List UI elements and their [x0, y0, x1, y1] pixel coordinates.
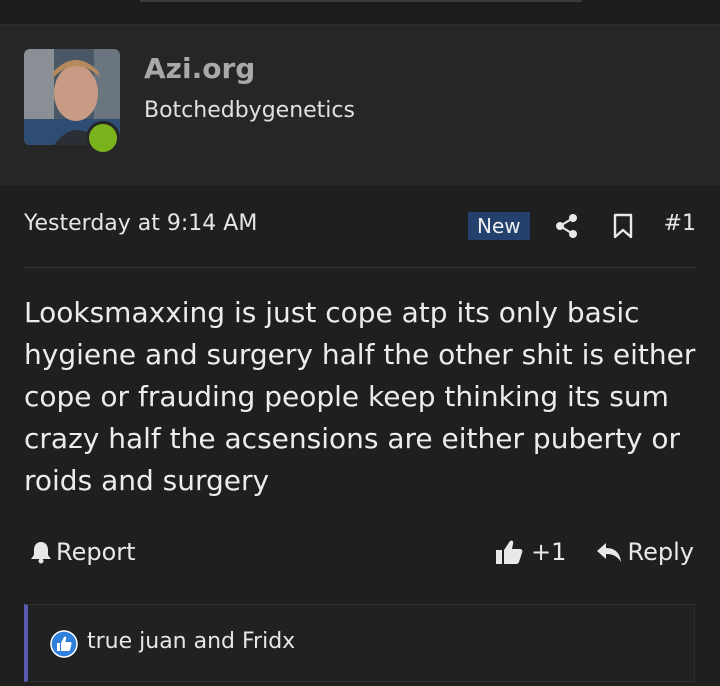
user-block: Azi.org Botchedbygenetics [0, 25, 720, 211]
reactions-bar[interactable]: true juan and Fridx [24, 604, 695, 682]
post-number[interactable]: #1 [664, 211, 696, 236]
divider [24, 267, 696, 268]
thumbs-up-icon [496, 540, 523, 564]
reply-button[interactable]: Reply [596, 538, 694, 566]
online-status-dot [86, 121, 120, 155]
bell-icon [31, 542, 51, 564]
top-scroll-bar [140, 0, 582, 2]
reactions-text[interactable]: true juan and Fridx [87, 629, 295, 654]
like-count: +1 [531, 538, 567, 566]
top-strip [0, 0, 720, 25]
like-button[interactable]: +1 [495, 538, 566, 566]
report-button[interactable]: Report [30, 538, 136, 566]
like-icon [50, 630, 78, 662]
post-body: Looksmaxxing is just cope atp its only b… [24, 296, 696, 497]
new-badge: New [468, 212, 530, 240]
share-icon[interactable] [554, 213, 580, 243]
post-timestamp[interactable]: Yesterday at 9:14 AM [24, 211, 257, 236]
user-title: Botchedbygenetics [144, 98, 355, 123]
bookmark-icon[interactable] [611, 213, 635, 243]
report-label: Report [56, 538, 136, 566]
post-meta: Yesterday at 9:14 AM New #1 [24, 206, 696, 246]
post-actions: Report +1 Reply [24, 534, 696, 574]
username[interactable]: Azi.org [144, 52, 255, 85]
reply-arrow-icon [596, 543, 621, 562]
reply-label: Reply [627, 538, 694, 566]
